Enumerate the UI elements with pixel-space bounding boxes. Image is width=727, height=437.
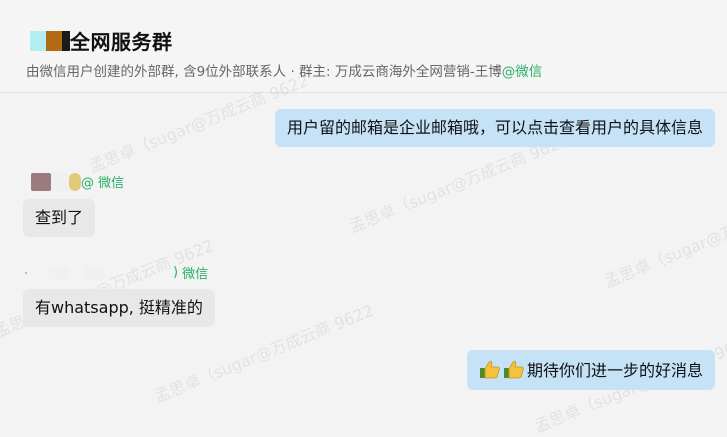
sender-name-blur <box>69 172 81 191</box>
group-avatar-tile <box>62 30 70 51</box>
message-bubble-outgoing[interactable]: 期待你们进一步的好消息 <box>466 350 715 390</box>
group-name[interactable]: 全网服务群 <box>70 26 173 55</box>
message-sender[interactable]: @ 微信 <box>31 172 124 191</box>
sender-name-blur <box>49 266 69 279</box>
message-bubble-incoming[interactable]: 查到了 <box>23 199 96 237</box>
watermark: 孟思卓（sugar@万成云商 9622 <box>601 186 727 292</box>
message-bubble-incoming[interactable]: 有whatsapp, 挺精准的 <box>23 289 215 327</box>
sender-name-blur <box>51 172 69 191</box>
chat-header: 全网服务群 由微信用户创建的外部群, 含9位外部联系人 · 群主: 万成云商海外… <box>0 0 727 93</box>
wechat-tag: @ 微信 <box>81 176 125 191</box>
wechat-tag: @微信 <box>501 64 543 80</box>
group-info-text: 由微信用户创建的外部群, 含9位外部联系人 · 群主: 万成云商海外全网营销-王… <box>26 64 502 80</box>
thumbs-up-icon <box>479 358 501 380</box>
sender-avatar-blur <box>31 172 51 191</box>
group-info: 由微信用户创建的外部群, 含9位外部联系人 · 群主: 万成云商海外全网营销-王… <box>26 60 542 80</box>
sender-avatar-blur <box>25 271 27 274</box>
message-text: 期待你们进一步的好消息 <box>526 361 703 380</box>
message-sender[interactable]: ) 微信 <box>25 263 208 282</box>
group-avatar-tile <box>30 30 46 51</box>
group-avatar-tile <box>46 30 62 51</box>
wechat-tag: 微信 <box>182 267 209 282</box>
sender-name-blur <box>85 266 105 279</box>
wechat-tag: ) <box>173 265 179 280</box>
thumbs-up-icon <box>503 358 525 380</box>
message-bubble-outgoing[interactable]: 用户留的邮箱是企业邮箱哦，可以点击查看用户的具体信息 <box>274 109 715 147</box>
group-title-row: 全网服务群 <box>30 26 173 55</box>
